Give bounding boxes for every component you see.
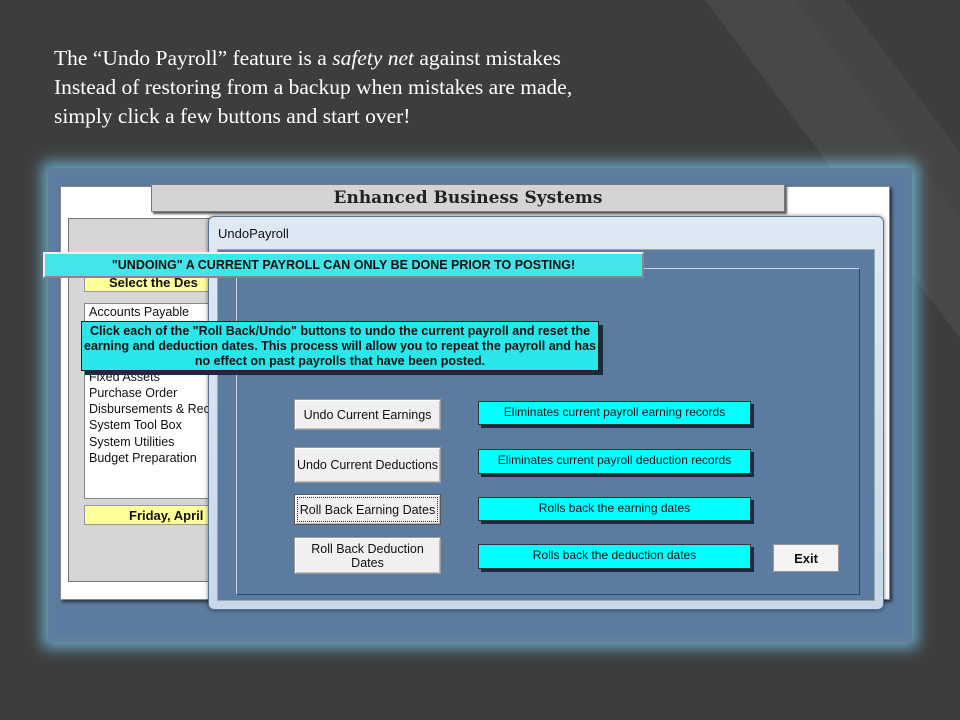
deduction-dates-description: Rolls back the deduction dates xyxy=(478,544,751,569)
module-list-item[interactable]: Budget Preparation xyxy=(85,450,225,466)
app-title: Enhanced Business Systems xyxy=(151,184,785,212)
roll-back-earning-dates-button[interactable]: Roll Back Earning Dates xyxy=(294,494,441,525)
slide-caption: The “Undo Payroll” feature is a safety n… xyxy=(54,44,814,131)
undo-current-earnings-button[interactable]: Undo Current Earnings xyxy=(294,399,441,430)
exit-button[interactable]: Exit xyxy=(773,544,839,572)
module-list-item[interactable]: Purchase Order xyxy=(85,385,225,401)
module-list-item[interactable]: Accounts Payable xyxy=(85,304,225,320)
caption-line-1: The “Undo Payroll” feature is a safety n… xyxy=(54,46,561,70)
module-list-item[interactable]: Fixed Assets xyxy=(85,369,225,385)
undo-current-deductions-button[interactable]: Undo Current Deductions xyxy=(294,447,441,483)
earnings-description: Eliminates current payroll earning recor… xyxy=(478,401,751,425)
module-list-item[interactable]: System Utilities xyxy=(85,434,225,450)
earning-dates-description: Rolls back the earning dates xyxy=(478,497,751,521)
caption-line-2: Instead of restoring from a backup when … xyxy=(54,75,573,99)
roll-back-deduction-dates-button[interactable]: Roll Back Deduction Dates xyxy=(294,537,441,574)
module-list-item[interactable]: Disbursements & Rec xyxy=(85,401,225,417)
date-display: Friday, April xyxy=(84,505,224,525)
module-list-item[interactable]: System Tool Box xyxy=(85,417,225,433)
dialog-title: UndoPayroll xyxy=(218,226,289,241)
caption-line-3: simply click a few buttons and start ove… xyxy=(54,104,411,128)
deductions-description: Eliminates current payroll deduction rec… xyxy=(478,449,751,474)
instructions-box: Click each of the "Roll Back/Undo" butto… xyxy=(81,321,599,371)
warning-banner: "UNDOING" A CURRENT PAYROLL CAN ONLY BE … xyxy=(43,252,644,278)
